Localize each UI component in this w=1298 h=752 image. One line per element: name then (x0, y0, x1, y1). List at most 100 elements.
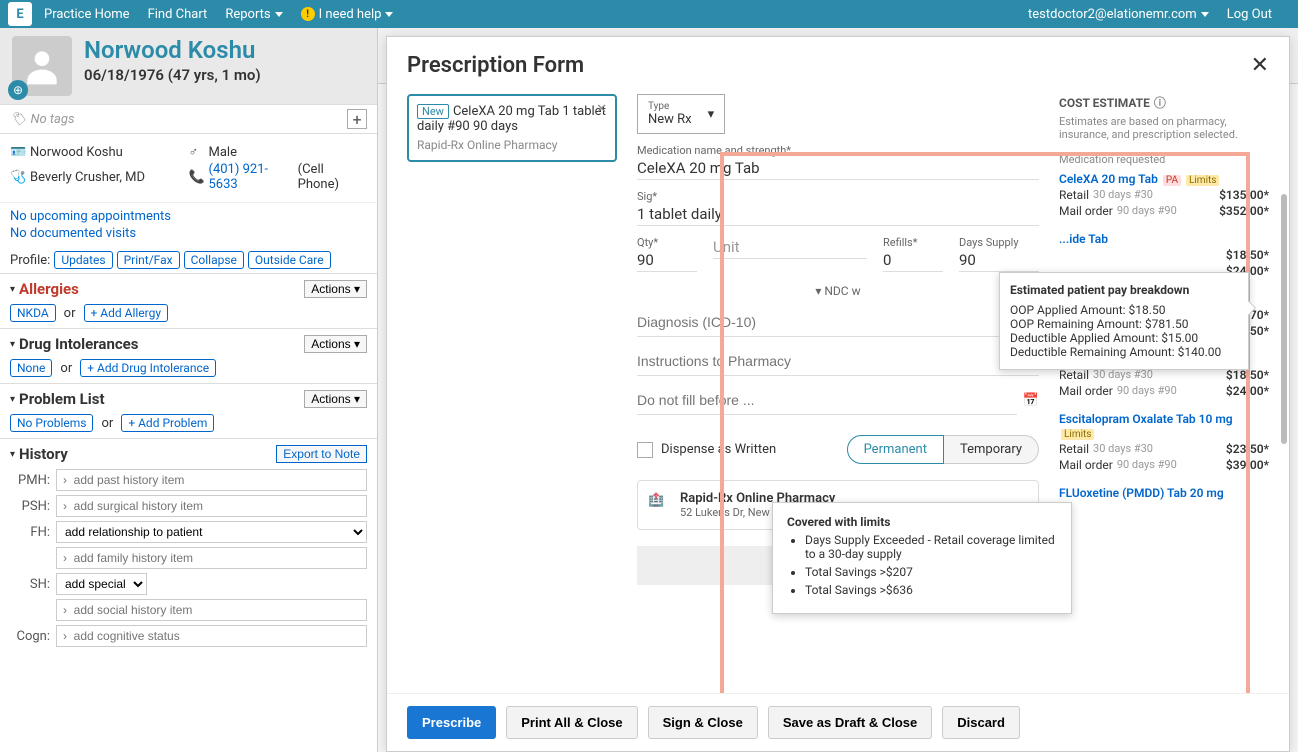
rx-summary-card[interactable]: ✕ NewCeleXA 20 mg Tab 1 tablet daily #90… (407, 94, 617, 162)
unit-value[interactable]: Unit (713, 238, 867, 259)
calendar-icon[interactable]: 📅 (1023, 393, 1039, 408)
tooltip-line: OOP Applied Amount: $18.50 (1010, 303, 1238, 317)
allergies-title: Allergies (19, 280, 304, 298)
problem-title: Problem List (19, 390, 304, 408)
pmh-label: PMH: (10, 473, 50, 488)
tooltip-line: Total Savings >$636 (805, 583, 1057, 597)
limits-tooltip: Covered with limits Days Supply Exceeded… (772, 502, 1072, 614)
demo-name: Norwood Koshu (30, 145, 123, 160)
permanent-toggle[interactable]: Permanent (847, 435, 944, 464)
profile-outside[interactable]: Outside Care (248, 251, 331, 269)
scrollbar[interactable] (1281, 194, 1287, 444)
tooltip-line: Days Supply Exceeded - Retail coverage l… (805, 533, 1057, 561)
cost-desc: Estimates are based on pharmacy, insuran… (1059, 115, 1269, 141)
sign-close-button[interactable]: Sign & Close (648, 706, 758, 739)
discard-button[interactable]: Discard (942, 706, 1020, 739)
tooltip-line: Deductible Applied Amount: $15.00 (1010, 331, 1238, 345)
logout-link[interactable]: Log Out (1227, 7, 1272, 22)
dnf-input[interactable] (637, 386, 1017, 415)
problem-section: ▾ Problem List Actions ▾ No Problems or … (0, 383, 377, 438)
rx-card-close[interactable]: ✕ (596, 102, 607, 117)
intolerances-section: ▾ Drug Intolerances Actions ▾ None or + … (0, 328, 377, 383)
temporary-toggle[interactable]: Temporary (944, 435, 1039, 464)
add-intol-button[interactable]: + Add Drug Intolerance (80, 359, 216, 377)
add-allergy-button[interactable]: + Add Allergy (84, 304, 169, 322)
intol-none-badge[interactable]: None (10, 359, 52, 377)
id-card-icon: 🪪 (10, 145, 26, 160)
no-problems-badge[interactable]: No Problems (10, 414, 93, 432)
diagnosis-input[interactable] (637, 308, 1039, 337)
prescribe-button[interactable]: Prescribe (407, 706, 496, 739)
qty-value[interactable]: 90 (637, 251, 697, 272)
med-name[interactable]: CeleXA 20 mg Tab (1059, 172, 1158, 186)
alt-med-name[interactable]: FLUoxetine (PMDD) Tab 20 mg (1059, 486, 1224, 500)
no-appts-link[interactable]: No upcoming appointments (10, 209, 367, 224)
demo-phone[interactable]: (401) 921-5633 (209, 162, 296, 192)
pmh-input[interactable] (56, 469, 367, 491)
intol-actions[interactable]: Actions ▾ (304, 335, 367, 353)
prescription-modal: Prescription Form ✕ ✕ NewCeleXA 20 mg Ta… (386, 36, 1290, 752)
problem-actions[interactable]: Actions ▾ (304, 390, 367, 408)
cogn-label: Cogn: (10, 629, 50, 644)
collapse-icon[interactable]: ▾ (10, 284, 15, 295)
med-value[interactable]: CeleXA 20 mg Tab (637, 159, 1039, 180)
fh-select[interactable]: add relationship to patient (56, 521, 367, 543)
export-note-button[interactable]: Export to Note (276, 445, 367, 463)
sh-label: SH: (10, 577, 50, 592)
patient-avatar[interactable]: ⊕ (12, 36, 72, 96)
sh-select[interactable]: add special (56, 573, 147, 595)
add-tag-button[interactable]: + (347, 109, 367, 129)
patient-name: Norwood Koshu (84, 36, 261, 64)
psh-label: PSH: (10, 499, 50, 514)
nkda-badge[interactable]: NKDA (10, 304, 56, 322)
cogn-input[interactable] (56, 625, 367, 647)
cost-panel: COST ESTIMATE ⓘ Estimates are based on p… (1059, 94, 1269, 693)
nav-help[interactable]: !I need help (301, 7, 394, 22)
nav-practice-home[interactable]: Practice Home (44, 7, 130, 22)
add-problem-button[interactable]: + Add Problem (121, 414, 214, 432)
tag-icon: 🏷 (10, 112, 27, 127)
fh-label: FH: (10, 525, 50, 540)
instructions-input[interactable] (637, 347, 1039, 376)
profile-updates[interactable]: Updates (54, 251, 112, 269)
allergies-actions[interactable]: Actions ▾ (304, 280, 367, 298)
fh-input[interactable] (56, 547, 367, 569)
sh-input[interactable] (56, 599, 367, 621)
sig-value[interactable]: 1 tablet daily (637, 205, 1039, 226)
collapse-icon[interactable]: ▾ (10, 449, 15, 460)
ndc-toggle[interactable]: ▾ NDC w (637, 284, 1039, 298)
qty-label: Qty* (637, 236, 697, 249)
info-icon[interactable]: ⓘ (1154, 94, 1166, 111)
modal-footer: Prescribe Print All & Close Sign & Close… (387, 693, 1289, 751)
new-tag: New (417, 104, 449, 119)
type-select[interactable]: Type New Rx ▾ (637, 94, 725, 134)
tags-row: 🏷 No tags + (0, 104, 377, 134)
or-label: or (64, 306, 76, 321)
draft-close-button[interactable]: Save as Draft & Close (768, 706, 932, 739)
rx-card-pharmacy: Rapid-Rx Online Pharmacy (417, 138, 607, 152)
profile-print[interactable]: Print/Fax (117, 251, 180, 269)
days-value[interactable]: 90 (959, 251, 1039, 272)
nav-find-chart[interactable]: Find Chart (148, 7, 208, 22)
profile-row: Profile: Updates Print/Fax Collapse Outs… (0, 247, 377, 273)
psh-input[interactable] (56, 495, 367, 517)
pa-tag: PA (1163, 175, 1181, 186)
refills-value[interactable]: 0 (883, 251, 943, 272)
patient-sidebar: ⊕ Norwood Koshu 06/18/1976 (47 yrs, 1 mo… (0, 28, 378, 752)
alt-med-name[interactable]: ...ide Tab (1059, 232, 1108, 246)
alt-med-name[interactable]: Escitalopram Oxalate Tab 10 mg (1059, 412, 1233, 426)
collapse-icon[interactable]: ▾ (10, 339, 15, 350)
user-menu[interactable]: testdoctor2@elationemr.com (1028, 7, 1209, 22)
collapse-icon[interactable]: ▾ (10, 394, 15, 405)
nav-reports[interactable]: Reports (225, 7, 282, 22)
caret-down-icon (1201, 12, 1209, 17)
app-logo[interactable]: E (8, 2, 32, 26)
daw-checkbox[interactable] (637, 442, 653, 458)
history-title: History (19, 445, 276, 463)
print-close-button[interactable]: Print All & Close (506, 706, 637, 739)
no-tags-label: No tags (31, 112, 75, 127)
profile-collapse[interactable]: Collapse (184, 251, 244, 269)
modal-close-button[interactable]: ✕ (1251, 53, 1269, 78)
no-visits-link[interactable]: No documented visits (10, 226, 367, 241)
demographics: 🪪Norwood Koshu ♂Male 🩺Beverly Crusher, M… (0, 134, 377, 203)
